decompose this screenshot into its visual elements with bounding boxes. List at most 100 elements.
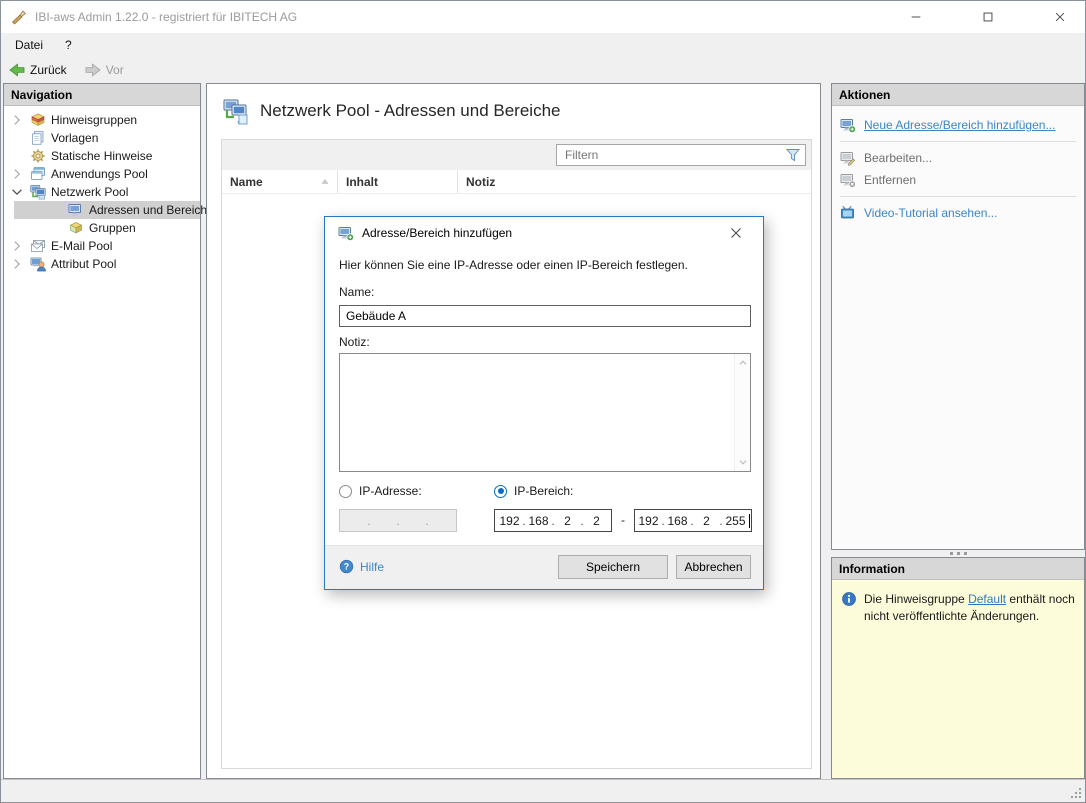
templates-icon: [30, 130, 46, 146]
column-label: Name: [230, 175, 263, 189]
actions-list: Neue Adresse/Bereich hinzufügen...Bearbe…: [832, 106, 1084, 224]
forward-arrow-icon: [85, 62, 101, 78]
navigation-header: Navigation: [4, 84, 200, 106]
funnel-icon[interactable]: [785, 147, 801, 163]
ip-range-radio[interactable]: [494, 485, 507, 498]
close-icon: [728, 225, 744, 241]
close-button[interactable]: [1037, 1, 1083, 33]
network-page-icon: [222, 97, 252, 127]
status-bar: [1, 779, 1085, 802]
chevron-right-icon[interactable]: [10, 239, 24, 253]
sidebar-item-anwendungs-pool[interactable]: Anwendungs Pool: [4, 165, 200, 183]
column-header-inhalt[interactable]: Inhalt: [338, 170, 458, 193]
app-pool-icon: [30, 166, 46, 182]
action-video-tutorial-ansehen[interactable]: Video-Tutorial ansehen...: [832, 202, 1084, 224]
text-caret: [749, 514, 750, 528]
app-window: { "window": { "title": "IBI-aws Admin 1.…: [0, 0, 1086, 803]
attribute-pool-icon: [30, 256, 46, 272]
action-neue-adresse-bereich-hinzufügen[interactable]: Neue Adresse/Bereich hinzufügen...: [832, 114, 1084, 136]
page-title: Netzwerk Pool - Adressen und Bereiche: [260, 101, 561, 121]
back-button[interactable]: Zurück: [30, 63, 67, 77]
ip-octet[interactable]: 192: [637, 514, 661, 528]
scroll-up-icon[interactable]: [736, 356, 750, 370]
menu-item-help[interactable]: ?: [65, 38, 72, 52]
sidebar-item-vorlagen[interactable]: Vorlagen: [4, 129, 200, 147]
ip-address-label: IP-Adresse:: [359, 484, 422, 498]
app-logo-icon: [11, 9, 27, 25]
ip-address-field: ...: [339, 509, 457, 532]
column-header-name[interactable]: Name: [222, 170, 338, 193]
ip-range-from-field[interactable]: 192.168.2.2: [494, 509, 612, 532]
actions-panel: Aktionen Neue Adresse/Bereich hinzufügen…: [831, 83, 1085, 550]
name-field[interactable]: [339, 305, 751, 327]
dialog-title-bar: Adresse/Bereich hinzufügen: [325, 217, 763, 249]
note-field[interactable]: [340, 354, 733, 471]
ip-octet[interactable]: 168: [666, 514, 690, 528]
window-title: IBI-aws Admin 1.22.0 - registriert für I…: [35, 10, 297, 24]
dialog-close-button[interactable]: [722, 217, 750, 249]
sidebar-item-attribut-pool[interactable]: Attribut Pool: [4, 255, 200, 273]
groups-icon: [68, 220, 84, 236]
action-separator: [840, 141, 1076, 142]
filter-strip: [222, 140, 811, 170]
chevron-right-icon[interactable]: [10, 113, 24, 127]
ip-octet[interactable]: 168: [527, 514, 551, 528]
column-header-notiz[interactable]: Notiz: [458, 170, 811, 193]
chevron-right-icon[interactable]: [10, 167, 24, 181]
filter-box: [556, 144, 806, 166]
name-label: Name:: [339, 285, 374, 299]
ip-range-option[interactable]: IP-Bereich:: [494, 484, 573, 498]
default-group-link[interactable]: Default: [968, 592, 1006, 606]
sidebar-item-e-mail-pool[interactable]: E-Mail Pool: [4, 237, 200, 255]
email-pool-icon: [30, 238, 46, 254]
menu-item-datei[interactable]: Datei: [15, 38, 43, 52]
sidebar-item-netzwerk-pool[interactable]: Netzwerk Pool: [4, 183, 200, 201]
ip-range-to-field[interactable]: 192.168.2.255: [634, 509, 752, 532]
maximize-button[interactable]: [965, 1, 1011, 33]
information-panel: Information Die Hinweisgruppe Default en…: [831, 557, 1085, 779]
minimize-button[interactable]: [893, 1, 939, 33]
chevron-right-icon[interactable]: [10, 257, 24, 271]
ip-octet[interactable]: 192: [498, 514, 522, 528]
note-field-wrap: [339, 353, 751, 472]
ip-octet[interactable]: 2: [585, 514, 609, 528]
network-pool-icon: [30, 184, 46, 200]
chevron-down-icon[interactable]: [10, 185, 24, 199]
sidebar-item-gruppen[interactable]: Gruppen: [4, 219, 200, 237]
ip-octet[interactable]: 255: [724, 514, 748, 528]
information-text: Die Hinweisgruppe Default enthält noch n…: [864, 591, 1076, 778]
tree-item-label: Hinweisgruppen: [51, 113, 137, 127]
cancel-button[interactable]: Abbrechen: [676, 555, 751, 579]
help-label: Hilfe: [360, 560, 384, 574]
note-scrollbar[interactable]: [734, 354, 750, 471]
tree-item-label: Gruppen: [89, 221, 136, 235]
scroll-down-icon[interactable]: [736, 455, 750, 469]
range-separator: -: [616, 513, 630, 527]
tree-item-label: E-Mail Pool: [51, 239, 112, 253]
tree-item-label: Anwendungs Pool: [51, 167, 148, 181]
navigation-tree: Hinweisgruppen VorlagenStatische Hinweise…: [4, 106, 200, 273]
table-header: Name InhaltNotiz: [222, 170, 811, 194]
add-monitor-icon: [840, 117, 856, 133]
close-icon: [1053, 10, 1067, 24]
save-button[interactable]: Speichern: [558, 555, 668, 579]
static-notice-icon: [30, 148, 46, 164]
sidebar-item-hinweisgruppen[interactable]: Hinweisgruppen: [4, 111, 200, 129]
ip-address-radio[interactable]: [339, 485, 352, 498]
ip-octet[interactable]: 2: [695, 514, 719, 528]
information-body: Die Hinweisgruppe Default enthält noch n…: [832, 580, 1084, 778]
action-label: Neue Adresse/Bereich hinzufügen...: [864, 118, 1055, 132]
panel-splitter-handle[interactable]: [831, 550, 1085, 557]
resize-grip-icon[interactable]: [1067, 784, 1083, 800]
octet-separator: .: [425, 514, 430, 528]
filter-input[interactable]: [557, 148, 785, 162]
info-icon: [841, 591, 857, 607]
help-link[interactable]: ? Hilfe: [339, 559, 384, 574]
ip-octet[interactable]: 2: [556, 514, 580, 528]
chevron-spacer: [10, 149, 24, 163]
sidebar-item-statische-hinweise[interactable]: Statische Hinweise: [4, 147, 200, 165]
dialog-footer: ? Hilfe Speichern Abbrechen: [325, 545, 763, 589]
sidebar-item-adressen-und-bereiche[interactable]: Adressen und Bereiche: [14, 201, 200, 219]
ip-address-option[interactable]: IP-Adresse:: [339, 484, 422, 498]
action-label: Video-Tutorial ansehen...: [864, 206, 997, 220]
